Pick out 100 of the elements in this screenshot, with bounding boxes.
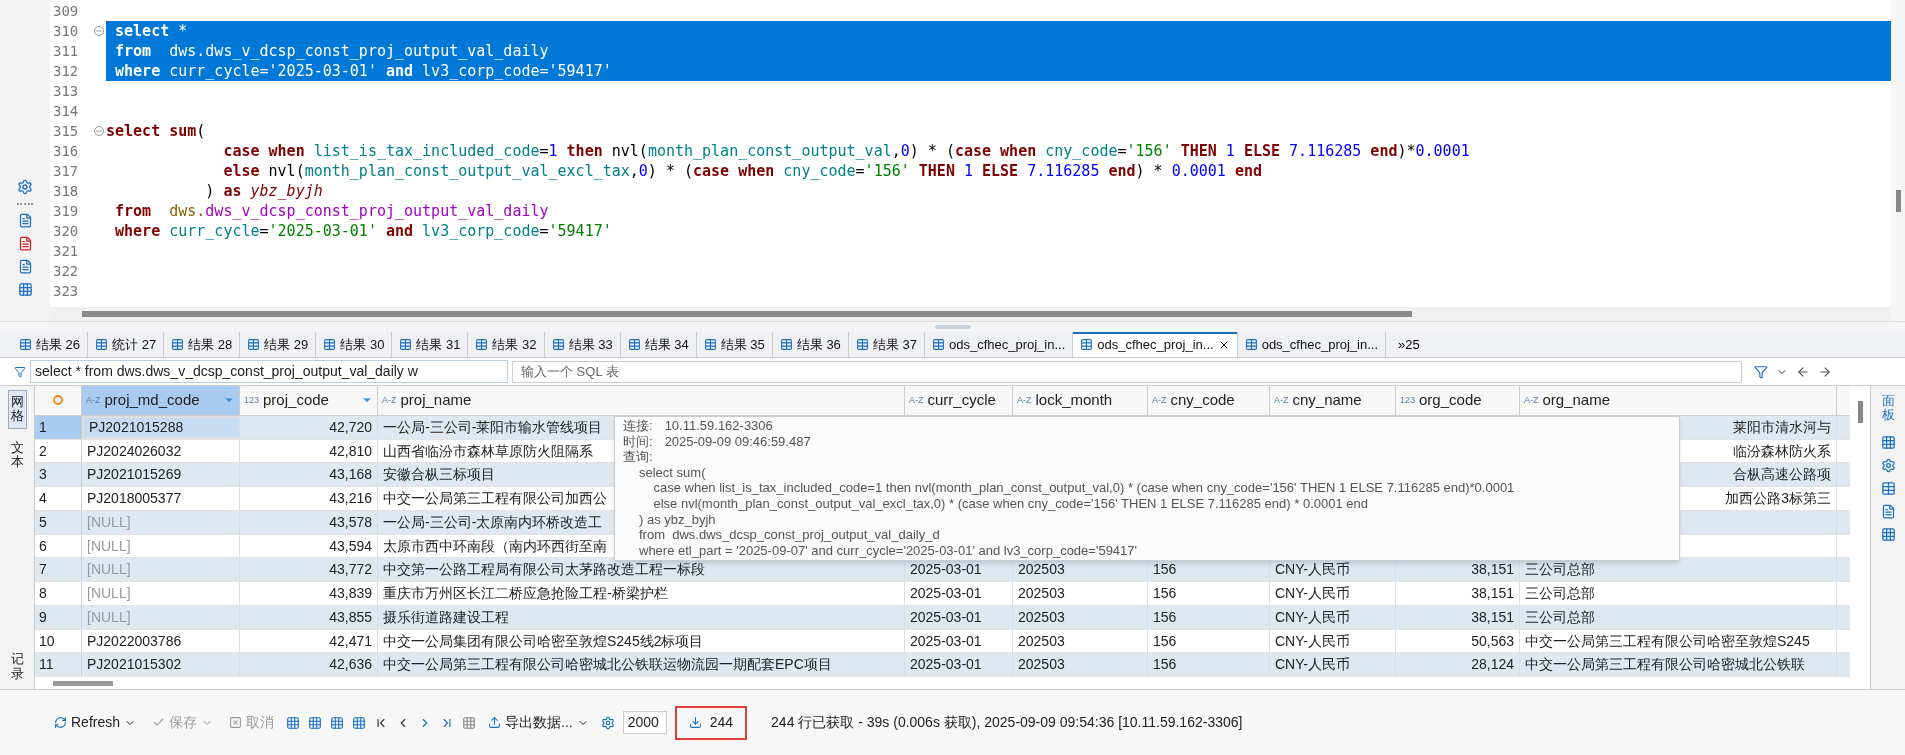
table-cell-text: PJ2021015269 <box>87 465 182 485</box>
code-token: ) * <box>1135 160 1164 182</box>
table-cell-text: CNY-人民币 <box>1275 560 1350 580</box>
row-number[interactable]: 1 <box>35 415 82 439</box>
document-icon[interactable] <box>1880 503 1896 519</box>
vertical-scrollbar[interactable] <box>1895 190 1901 212</box>
column-header[interactable]: A-Z curr_cycle <box>905 386 1013 415</box>
layout-icon[interactable] <box>1880 526 1896 542</box>
row-number[interactable]: 3 <box>35 463 82 487</box>
horizontal-scrollbar[interactable] <box>53 680 113 686</box>
row-number[interactable]: 10 <box>35 629 82 653</box>
type-label: A-Z <box>382 393 397 407</box>
table-cell-text: CNY-人民币 <box>1275 584 1350 604</box>
query-line: where etl_part = '2025-09-07' and curr_cycle='2025-03-01' and lv3_corp_code='59417' <box>638 542 1139 559</box>
variable-document-icon[interactable] <box>17 259 33 274</box>
code-token: lv3_corp_code <box>421 220 540 242</box>
code-token: and <box>385 60 414 82</box>
fetch-size-field[interactable]: 2000 <box>622 711 667 734</box>
side-tab[interactable]: 记录 <box>8 648 26 685</box>
check-icon <box>152 716 166 729</box>
table-cell-text: 42,636 <box>329 655 372 675</box>
code-token: ELSE <box>1242 140 1281 162</box>
code-token: list_is_tax_included_code <box>312 140 540 162</box>
side-tab[interactable]: 网格 <box>7 390 27 429</box>
result-tab[interactable]: 结果 28 <box>164 332 241 357</box>
line-number: 322 <box>52 261 80 281</box>
column-header[interactable]: A-Z cny_name <box>1270 386 1396 415</box>
grid-icon[interactable] <box>1880 434 1896 450</box>
sql-input-field[interactable]: 输入一个 SQL 表 <box>512 360 1742 383</box>
column-header[interactable]: 123 org_code <box>1396 386 1520 415</box>
code-token: ) * ( <box>909 140 955 162</box>
code-token: THEN <box>1179 140 1217 162</box>
row-number[interactable]: 6 <box>35 534 82 558</box>
result-tab[interactable]: ods_cfhec_proj_in... <box>1073 332 1238 357</box>
side-tab[interactable]: 文本 <box>8 436 26 474</box>
filter-field[interactable]: select * from dws.dws_v_dcsp_const_proj_output_val_daily w <box>30 360 508 383</box>
splitter-handle[interactable] <box>934 325 971 329</box>
document-error-icon[interactable] <box>17 236 33 251</box>
result-tab[interactable]: 结果 30 <box>316 332 393 357</box>
column-header[interactable]: A-Z proj_name <box>378 386 905 415</box>
table-cell-text: 202503 <box>1018 584 1065 604</box>
result-tab[interactable]: 结果 32 <box>468 332 545 357</box>
row-number[interactable]: 2 <box>35 439 82 463</box>
result-tab[interactable]: 结果 29 <box>240 332 317 357</box>
table-cell-text: 重庆市万州区长江二桥应急抢险工程-桥梁护栏 <box>383 584 668 604</box>
table-cell-text: 43,772 <box>329 560 372 580</box>
back-icon[interactable] <box>1796 364 1810 379</box>
table-icon <box>247 338 261 351</box>
result-tab[interactable]: ods_cfhec_proj_in... <box>1237 332 1386 357</box>
table-cell-text: PJ2018005377 <box>87 489 182 509</box>
vertical-scrollbar[interactable] <box>1857 401 1863 423</box>
document-icon[interactable] <box>17 213 33 228</box>
table-cell-text: 43,578 <box>329 512 372 532</box>
result-tab[interactable]: 统计 27 <box>88 332 165 357</box>
settings-icon[interactable] <box>600 715 615 730</box>
table-cell-text: 156 <box>1153 584 1177 604</box>
result-tab[interactable]: 结果 35 <box>696 332 773 357</box>
line-number: 317 <box>52 161 80 181</box>
row-number[interactable]: 5 <box>35 510 82 534</box>
row-number[interactable]: 11 <box>35 653 82 677</box>
row-number[interactable]: 4 <box>35 487 82 510</box>
result-tab[interactable]: 结果 33 <box>544 332 621 357</box>
code-token: , <box>629 160 639 182</box>
table-cell-text: 202503 <box>1018 631 1065 651</box>
result-tab[interactable]: 结果 31 <box>392 332 469 357</box>
line-number: 314 <box>52 101 80 121</box>
column-header[interactable]: 123 proj_code <box>240 386 378 415</box>
tab-overflow[interactable]: »25 <box>1386 332 1432 357</box>
filter-icon[interactable] <box>1754 364 1768 379</box>
forward-icon[interactable] <box>1818 364 1832 379</box>
table-cell-text: 156 <box>1153 607 1177 627</box>
table-cell-text: 摄乐街道路建设工程 <box>383 607 509 627</box>
settings-icon[interactable] <box>1880 457 1896 473</box>
column-header[interactable]: A-Z cny_code <box>1148 386 1270 415</box>
result-tab[interactable]: 结果 37 <box>848 332 925 357</box>
query-line: else nvl(month_plan_const_output_val_excl_tax,0) * (case when cny_code='156' THEN 1 ELSE 7.116285 end) * 0.0001 end <box>652 495 1369 512</box>
code-token: end <box>1369 140 1398 162</box>
code-token: ) * ( <box>647 160 693 182</box>
query-line: from dws.dws_dcsp_const_proj_output_val_daily_d <box>638 527 941 543</box>
result-tab[interactable]: 结果 34 <box>620 332 697 357</box>
result-tab[interactable]: 结果 36 <box>772 332 849 357</box>
column-header[interactable]: A-Z proj_md_code <box>82 386 240 415</box>
table-icon <box>1080 338 1094 351</box>
settings-icon[interactable] <box>17 179 33 195</box>
table-cell-text: PJ2021015302 <box>87 655 182 675</box>
column-header[interactable]: A-Z org_name <box>1520 386 1837 415</box>
column-name: curr_cycle <box>927 390 997 411</box>
table-icon[interactable] <box>1880 480 1896 496</box>
row-number[interactable]: 8 <box>35 582 82 605</box>
result-tab[interactable]: 结果 26 <box>12 332 89 357</box>
refresh-button[interactable]: Refresh <box>50 712 141 733</box>
export-button[interactable]: 导出数据... <box>484 712 593 733</box>
row-number[interactable]: 9 <box>35 605 82 629</box>
row-count-button[interactable]: 244 <box>674 705 748 740</box>
horizontal-scrollbar[interactable] <box>82 311 1412 317</box>
column-header[interactable]: A-Z lock_month <box>1013 386 1148 415</box>
table-icon <box>779 338 793 351</box>
column-name: proj_name <box>400 390 473 411</box>
row-number[interactable]: 7 <box>35 558 82 582</box>
panel-tab[interactable]: 面板 <box>1879 390 1897 427</box>
